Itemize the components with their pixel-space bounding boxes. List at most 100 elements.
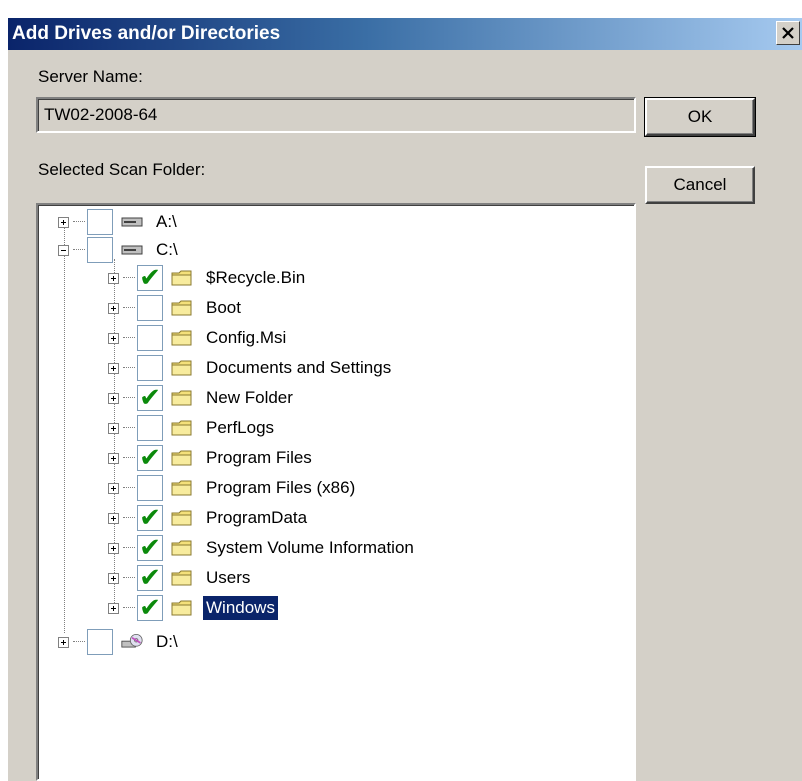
folder-checkbox[interactable] — [137, 505, 163, 531]
folder-icon — [171, 389, 193, 407]
tree-item-folder[interactable]: Program Files (x86) — [108, 474, 358, 502]
folder-checkbox[interactable] — [137, 385, 163, 411]
tree-item-folder[interactable]: New Folder — [108, 384, 296, 412]
tree-connector — [123, 367, 135, 369]
drive-c-checkbox[interactable] — [87, 237, 113, 263]
expand-icon[interactable] — [108, 482, 119, 494]
server-name-field: TW02-2008-64 — [36, 97, 636, 133]
expand-icon[interactable] — [108, 512, 119, 524]
tree-connector — [73, 221, 85, 223]
tree-connector — [123, 577, 135, 579]
tree-item-label: System Volume Information — [206, 538, 414, 557]
tree-item-label: PerfLogs — [206, 418, 275, 437]
scan-folder-label: Selected Scan Folder: — [38, 160, 206, 179]
tree-item-label: Program Files — [206, 448, 312, 467]
folder-checkbox[interactable] — [137, 325, 163, 351]
tree-item-folder[interactable]: System Volume Information — [108, 534, 417, 562]
tree-item-folder[interactable]: Windows — [108, 594, 279, 622]
floppy-drive-icon — [121, 213, 143, 231]
expand-icon[interactable] — [108, 332, 119, 344]
tree-item-drive-c[interactable]: C:\ — [58, 236, 181, 264]
cd-drive-icon — [121, 633, 143, 651]
tree-root-line — [64, 217, 65, 633]
folder-icon — [171, 539, 193, 557]
tree-item-label: D:\ — [156, 632, 178, 651]
folder-checkbox[interactable] — [137, 415, 163, 441]
folder-checkbox[interactable] — [137, 535, 163, 561]
server-name-label: Server Name: — [38, 67, 143, 86]
tree-connector — [123, 547, 135, 549]
tree-item-drive-d[interactable]: D:\ — [58, 628, 181, 656]
tree-item-label: ProgramData — [206, 508, 308, 527]
folder-checkbox[interactable] — [137, 355, 163, 381]
expand-icon[interactable] — [108, 542, 119, 554]
tree-item-label: $Recycle.Bin — [206, 268, 306, 287]
folder-icon — [171, 269, 193, 287]
folder-icon — [171, 299, 193, 317]
folder-icon — [171, 419, 193, 437]
tree-item-drive-a[interactable]: A:\ — [58, 208, 180, 236]
folder-icon — [171, 329, 193, 347]
tree-item-label: A:\ — [156, 212, 177, 231]
expand-icon[interactable] — [108, 422, 119, 434]
expand-icon[interactable] — [58, 636, 69, 648]
tree-item-folder[interactable]: Users — [108, 564, 253, 592]
tree-item-label: Config.Msi — [206, 328, 287, 347]
tree-item-label: Users — [206, 568, 251, 587]
tree-item-label: Documents and Settings — [206, 358, 392, 377]
folder-checkbox[interactable] — [137, 565, 163, 591]
tree-item-folder[interactable]: Config.Msi — [108, 324, 289, 352]
tree-item-folder[interactable]: Documents and Settings — [108, 354, 394, 382]
tree-item-folder[interactable]: PerfLogs — [108, 414, 277, 442]
expand-icon[interactable] — [108, 452, 119, 464]
add-drives-dialog: Add Drives and/or Directories Server Nam… — [8, 18, 802, 781]
tree-item-folder[interactable]: $Recycle.Bin — [108, 264, 308, 292]
close-button[interactable] — [776, 21, 800, 45]
folder-icon — [171, 509, 193, 527]
folder-checkbox[interactable] — [137, 295, 163, 321]
folder-icon — [171, 569, 193, 587]
folder-checkbox[interactable] — [137, 445, 163, 471]
folder-checkbox[interactable] — [137, 595, 163, 621]
tree-connector — [123, 277, 135, 279]
tree-connector — [123, 607, 135, 609]
tree-item-label: Windows — [202, 595, 279, 621]
folder-checkbox[interactable] — [137, 475, 163, 501]
folder-icon — [171, 599, 193, 617]
tree-connector — [123, 487, 135, 489]
ok-button[interactable]: OK — [644, 97, 756, 137]
folder-checkbox[interactable] — [137, 265, 163, 291]
expand-icon[interactable] — [108, 272, 119, 284]
tree-item-label: New Folder — [206, 388, 293, 407]
tree-connector — [73, 249, 85, 251]
tree-connector — [123, 517, 135, 519]
tree-connector — [73, 641, 85, 643]
folder-icon — [171, 449, 193, 467]
tree-connector — [123, 307, 135, 309]
tree-item-label: Program Files (x86) — [206, 478, 356, 497]
cancel-button[interactable]: Cancel — [645, 166, 755, 204]
expand-icon[interactable] — [108, 572, 119, 584]
drive-d-checkbox[interactable] — [87, 629, 113, 655]
expand-icon[interactable] — [108, 362, 119, 374]
tree-connector — [123, 427, 135, 429]
tree-item-folder[interactable]: ProgramData — [108, 504, 310, 532]
tree-item-label: C:\ — [156, 240, 178, 259]
tree-connector — [123, 457, 135, 459]
expand-icon[interactable] — [108, 602, 119, 614]
tree-connector — [123, 397, 135, 399]
collapse-icon[interactable] — [58, 244, 69, 256]
tree-item-folder[interactable]: Boot — [108, 294, 244, 322]
close-icon — [782, 27, 794, 39]
expand-icon[interactable] — [108, 392, 119, 404]
tree-item-folder[interactable]: Program Files — [108, 444, 315, 472]
drive-a-checkbox[interactable] — [87, 209, 113, 235]
expand-icon[interactable] — [58, 216, 69, 228]
expand-icon[interactable] — [108, 302, 119, 314]
title-bar[interactable]: Add Drives and/or Directories — [8, 18, 802, 50]
folder-tree[interactable]: A:\ C:\ $Recycle.Bin Boot Config.Msi Docume… — [36, 203, 636, 781]
hard-drive-icon — [121, 241, 143, 259]
tree-item-label: Boot — [206, 298, 241, 317]
folder-icon — [171, 479, 193, 497]
tree-connector — [123, 337, 135, 339]
